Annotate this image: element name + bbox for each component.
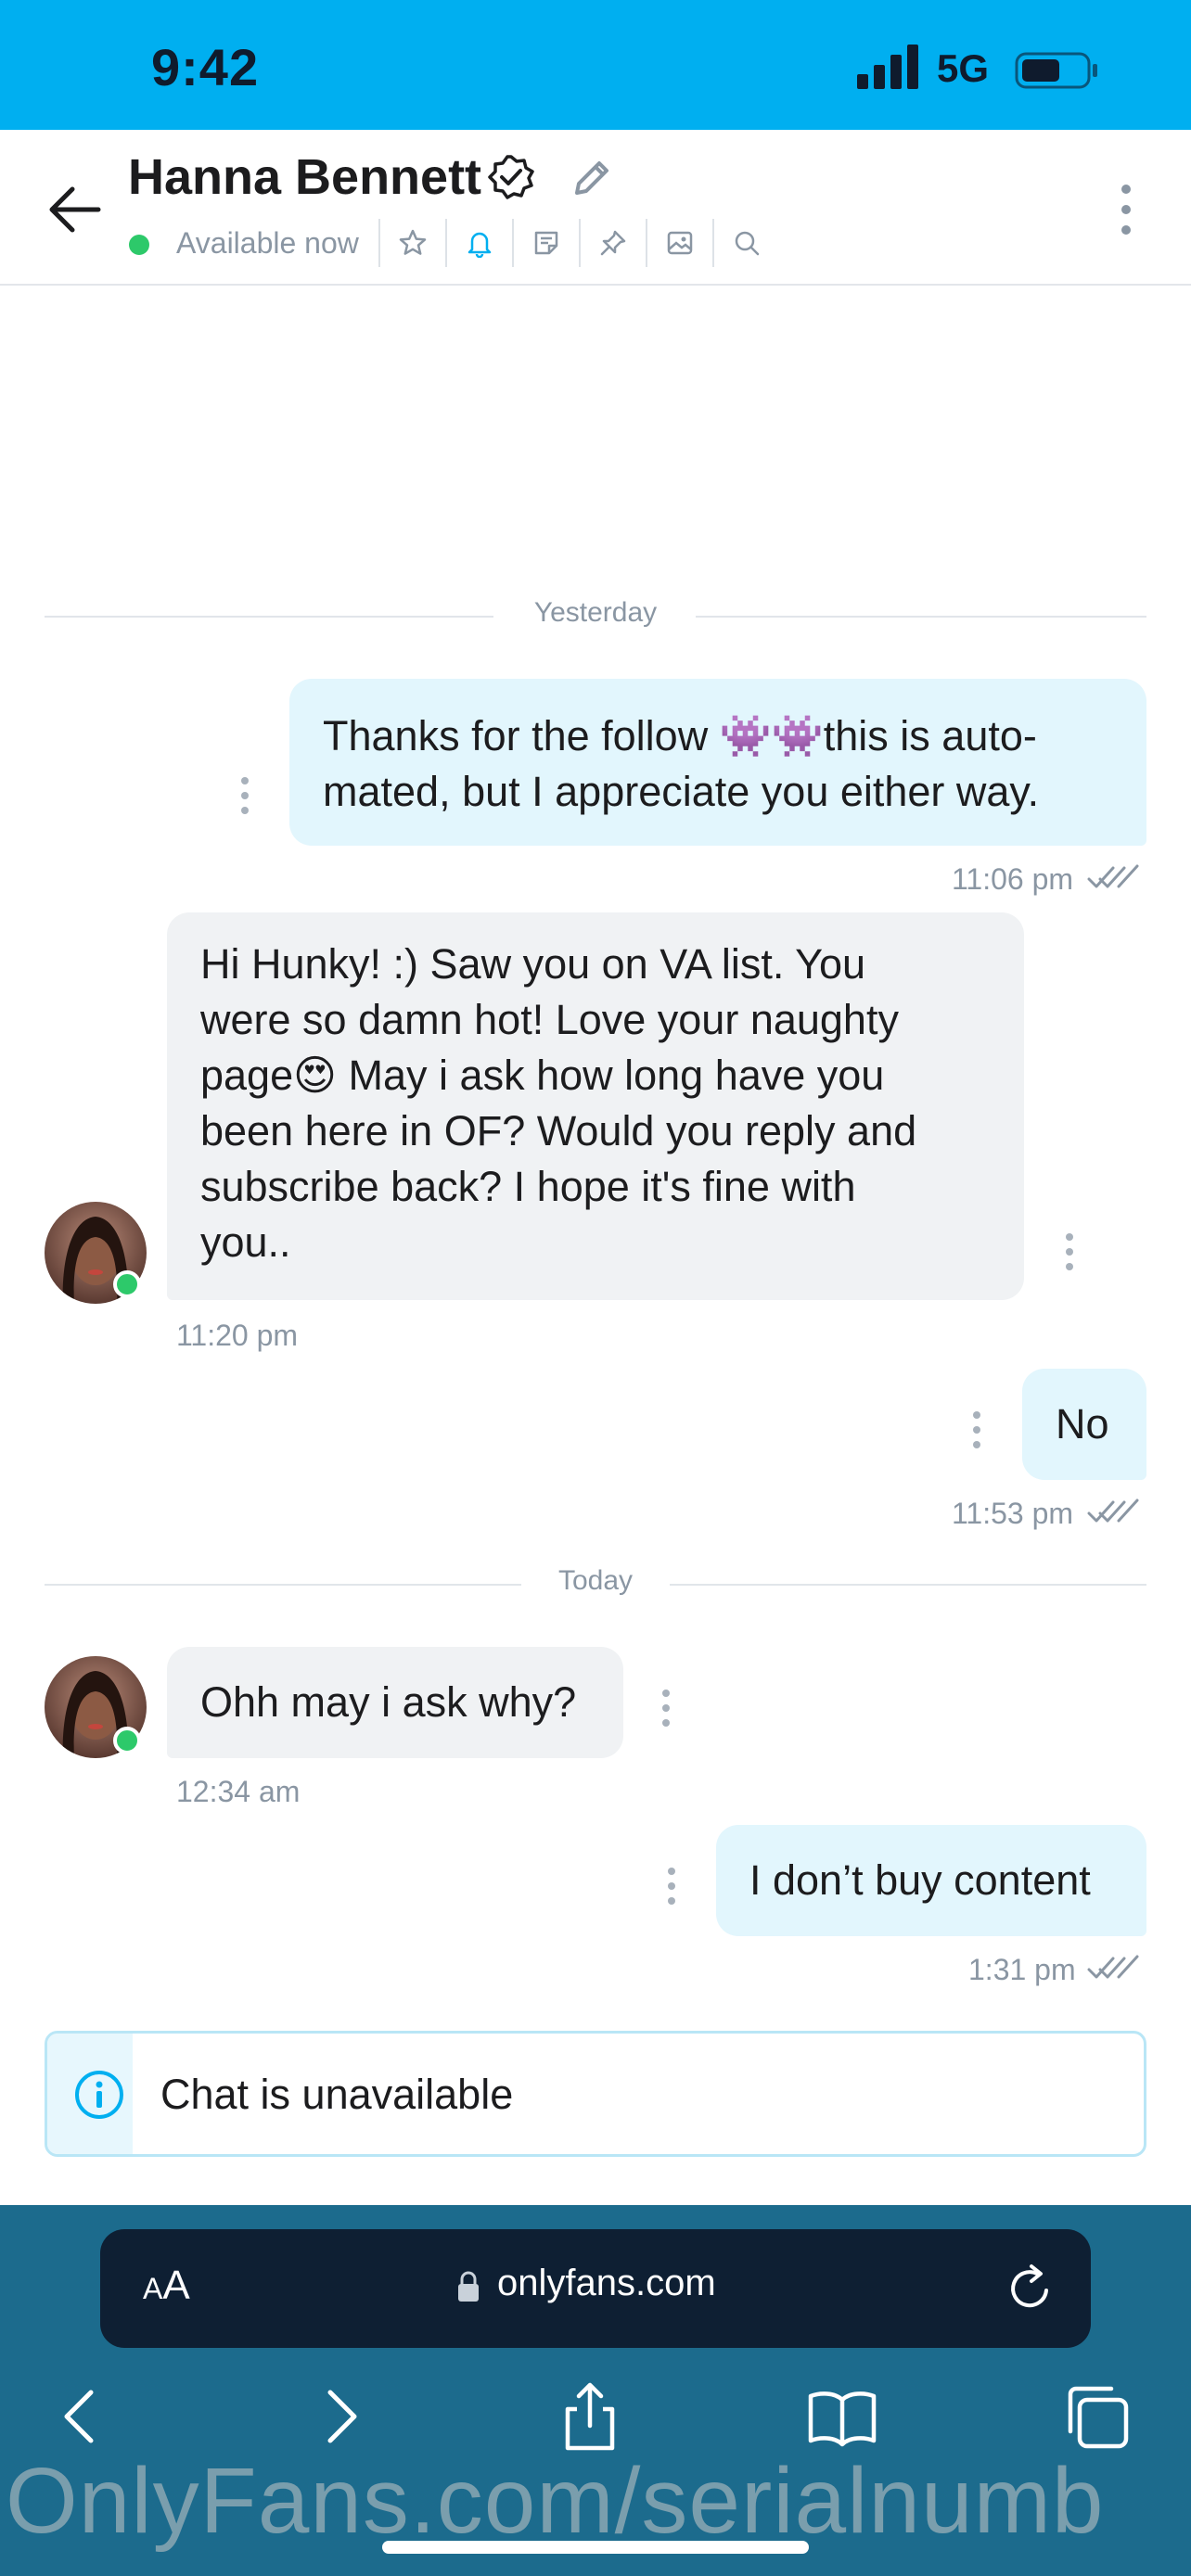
- share-icon[interactable]: [555, 2381, 625, 2452]
- aa-large: A: [162, 2263, 190, 2308]
- online-indicator: [113, 1727, 141, 1754]
- read-receipt-icon: [1087, 864, 1139, 888]
- status-time: 9:42: [151, 38, 260, 96]
- read-receipt-icon: [1087, 1498, 1139, 1523]
- notice-text: Chat is unavailable: [160, 2071, 514, 2118]
- message-text: I don’t buy content: [749, 1856, 1091, 1904]
- note-icon: [534, 231, 558, 255]
- pinned-button[interactable]: [579, 219, 646, 267]
- chat-unavailable-notice: Chat is unavailable: [45, 2031, 1146, 2157]
- aa-small: A: [143, 2272, 163, 2305]
- outgoing-message-bubble[interactable]: No: [1022, 1369, 1146, 1480]
- incoming-message-bubble[interactable]: Ohh may i ask why?: [167, 1647, 623, 1758]
- divider-line: [670, 1584, 1146, 1586]
- tabs-icon[interactable]: [1061, 2381, 1132, 2452]
- verified-badge-icon: [488, 155, 534, 199]
- divider-line: [696, 616, 1146, 618]
- message-menu-icon[interactable]: [1060, 1231, 1079, 1272]
- message-text-line: were so damn hot! Love your naughty: [200, 996, 899, 1043]
- message-menu-icon[interactable]: [967, 1409, 986, 1450]
- notifications-button[interactable]: [445, 219, 512, 267]
- message-menu-icon[interactable]: [657, 1688, 675, 1728]
- message-text-line: page😍 May i ask how long have you: [200, 1052, 885, 1099]
- message-text-line: Hi Hunky! :) Saw you on VA list. You: [200, 940, 866, 988]
- message-time: 12:34 am: [176, 1775, 301, 1808]
- online-indicator: [113, 1270, 141, 1298]
- cellular-signal-icon: [857, 45, 918, 89]
- message-text: Ohh may i ask why?: [200, 1678, 577, 1726]
- date-label: Today: [557, 1565, 634, 1596]
- edit-pencil-icon[interactable]: [570, 156, 614, 200]
- bell-icon: [467, 232, 492, 258]
- incoming-message-bubble[interactable]: Hi Hunky! :) Saw you on VA list. You wer…: [167, 912, 1024, 1300]
- read-receipt-icon: [1087, 1955, 1139, 1979]
- url-text: onlyfans.com: [497, 2263, 716, 2303]
- outgoing-message-bubble[interactable]: Thanks for the follow 👾👾this is auto- ma…: [289, 679, 1146, 846]
- favorite-button[interactable]: [378, 219, 445, 267]
- message-text-line: Thanks for the follow 👾👾this is auto-: [323, 712, 1037, 759]
- message-menu-icon[interactable]: [662, 1866, 681, 1906]
- availability-status: Available now: [176, 226, 359, 260]
- watermark: OnlyFans.com/serialnumb: [6, 2449, 1105, 2553]
- bookmarks-icon[interactable]: [807, 2381, 877, 2452]
- star-icon: [399, 229, 427, 255]
- back-nav-icon[interactable]: [46, 2381, 117, 2452]
- image-icon: [667, 231, 693, 255]
- search-icon: [735, 231, 760, 256]
- message-text-line: you..: [200, 1218, 291, 1266]
- back-arrow-icon[interactable]: [45, 180, 104, 239]
- message-text-line: mated, but I appreciate you either way.: [323, 768, 1040, 815]
- outgoing-message-bubble[interactable]: I don’t buy content: [716, 1825, 1146, 1936]
- date-divider-today: Today: [45, 1565, 1146, 1602]
- notes-button[interactable]: [512, 219, 579, 267]
- battery-icon: [1015, 52, 1097, 89]
- date-label: Yesterday: [533, 597, 658, 628]
- forward-nav-icon[interactable]: [304, 2381, 375, 2452]
- message-text-line: subscribe back? I hope it's fine with: [200, 1163, 856, 1210]
- media-button[interactable]: [646, 219, 712, 267]
- search-chat-button[interactable]: [712, 219, 779, 267]
- chat-header: Hanna Bennett Available now: [0, 130, 1191, 286]
- online-indicator: [129, 235, 149, 255]
- status-bar: 9:42 5G: [0, 0, 1191, 130]
- lock-icon: [458, 2271, 479, 2302]
- info-icon: [75, 2071, 123, 2119]
- reader-settings-button[interactable]: AA: [143, 2263, 190, 2309]
- message-menu-icon[interactable]: [236, 775, 254, 816]
- contact-name[interactable]: Hanna Bennett: [128, 148, 481, 206]
- home-indicator: [382, 2541, 809, 2554]
- message-time: 11:20 pm: [176, 1319, 299, 1352]
- message-text-line: been here in OF? Would you reply and: [200, 1107, 917, 1154]
- more-options-icon[interactable]: [1108, 180, 1145, 239]
- date-divider-yesterday: Yesterday: [45, 597, 1146, 634]
- message-time: 11:06 pm: [952, 862, 1074, 896]
- pin-icon: [600, 230, 626, 256]
- address-bar[interactable]: AA onlyfans.com: [100, 2229, 1091, 2348]
- reload-icon[interactable]: [1004, 2263, 1056, 2315]
- network-type: 5G: [937, 46, 990, 90]
- message-time: 1:31 pm: [968, 1953, 1076, 1986]
- message-time: 11:53 pm: [952, 1497, 1074, 1530]
- message-text: No: [1056, 1400, 1109, 1447]
- header-action-bar: [378, 219, 779, 267]
